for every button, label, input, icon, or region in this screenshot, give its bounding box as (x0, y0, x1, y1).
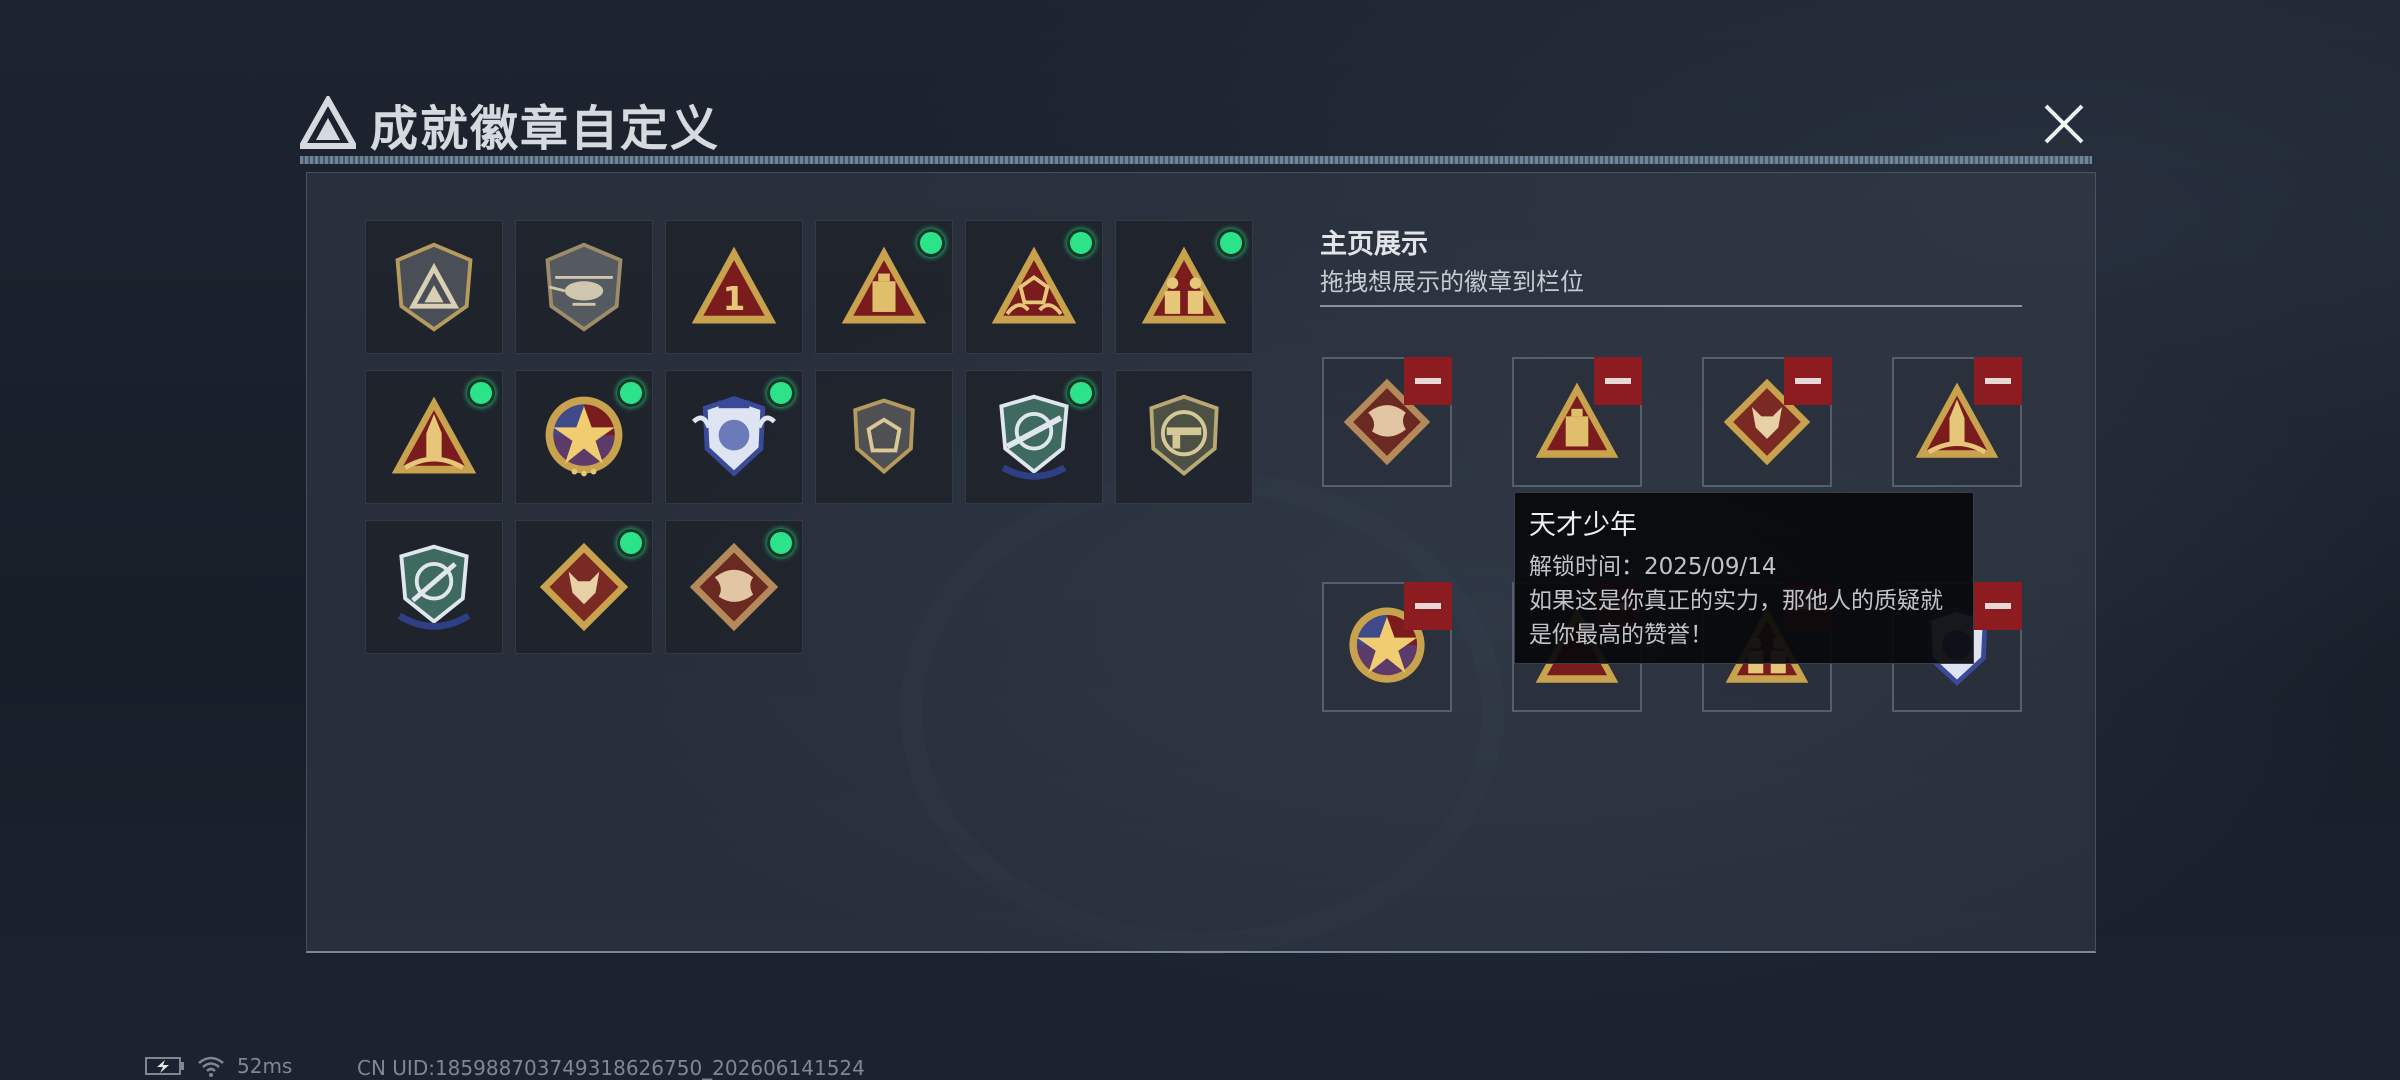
tooltip-description-line1: 如果这是你真正的实力，那他人的质疑就 (1529, 588, 1943, 614)
title-divider (300, 156, 2092, 164)
badge-tile[interactable] (365, 520, 503, 654)
remove-badge-button[interactable] (1784, 357, 1832, 405)
minus-icon (1605, 378, 1631, 384)
badge-tile[interactable] (1115, 370, 1253, 504)
minus-icon (1415, 378, 1441, 384)
new-indicator (1067, 229, 1095, 257)
new-indicator (767, 529, 795, 557)
showcase-subtitle: 拖拽想展示的徽章到栏位 (1320, 268, 1584, 296)
close-button[interactable] (2036, 96, 2092, 152)
showcase-slot[interactable] (1892, 357, 2022, 487)
remove-badge-button[interactable] (1974, 357, 2022, 405)
badge-tile[interactable] (515, 370, 653, 504)
knife-crosshair-shield-badge-icon (397, 544, 471, 630)
showcase-title: 主页展示 (1320, 229, 1428, 260)
new-indicator (917, 229, 945, 257)
dragon-diamond-badge-icon (689, 542, 779, 632)
wolf-diamond-badge-icon (539, 542, 629, 632)
badge-tile[interactable] (665, 520, 803, 654)
new-indicator (767, 379, 795, 407)
remove-badge-button[interactable] (1404, 357, 1452, 405)
showcase-divider (1320, 305, 2022, 307)
minus-icon (1415, 603, 1441, 609)
new-indicator (1067, 379, 1095, 407)
badge-tile[interactable] (515, 220, 653, 354)
badge-tile[interactable] (515, 520, 653, 654)
tooltip-unlock-time: 解锁时间：2025/09/14 (1529, 554, 1777, 580)
close-icon (2044, 104, 2084, 144)
tooltip-badge-name: 天才少年 (1529, 510, 1637, 541)
badge-tile[interactable]: 1 (665, 220, 803, 354)
remove-badge-button[interactable] (1594, 357, 1642, 405)
badge-tile[interactable] (965, 370, 1103, 504)
badge-tile[interactable] (815, 220, 953, 354)
badge-tile[interactable] (665, 370, 803, 504)
svg-text:1: 1 (723, 280, 746, 318)
new-indicator (617, 379, 645, 407)
new-indicator (467, 379, 495, 407)
title-bar: 成就徽章自定义 (300, 92, 721, 157)
new-indicator (1217, 229, 1245, 257)
new-indicator (617, 529, 645, 557)
showcase-slot[interactable] (1512, 357, 1642, 487)
badge-tile[interactable] (365, 370, 503, 504)
soldiers-triangle-badge-icon (1141, 246, 1227, 324)
remove-badge-button[interactable] (1974, 582, 2022, 630)
showcase-slot[interactable] (1322, 582, 1452, 712)
dice-hands-triangle-badge-icon (991, 246, 1077, 324)
tooltip-description-line2: 是你最高的赞誉！ (1529, 622, 1713, 648)
helicopter-shield-badge-icon (545, 242, 623, 332)
minus-icon (1795, 378, 1821, 384)
minus-icon (1985, 603, 2011, 609)
badge-tile[interactable] (365, 220, 503, 354)
badge-tile[interactable] (1115, 220, 1253, 354)
gun-round-shield-badge-icon (1149, 394, 1219, 476)
badge-tile[interactable] (965, 220, 1103, 354)
minus-icon (1985, 378, 2011, 384)
showcase-slot[interactable] (1322, 357, 1452, 487)
ping-value: 52ms (237, 1054, 293, 1078)
bottle-triangle-badge-icon (841, 246, 927, 324)
triangle-logo-shield-badge-icon (395, 242, 473, 332)
status-bar: 52ms (145, 1054, 292, 1078)
triangle-logo-icon (300, 96, 356, 149)
showcase-slot[interactable] (1702, 357, 1832, 487)
wifi-icon (198, 1056, 224, 1077)
wings-blue-shield-badge-icon (691, 396, 777, 477)
battery-charging-icon (145, 1057, 184, 1075)
rocket-triangle-badge-icon (391, 396, 477, 474)
rifle-crosshair-shield-badge-icon (999, 394, 1069, 480)
star-medal-badge-icon (545, 396, 623, 477)
badge-tile[interactable] (815, 370, 953, 504)
badge-tooltip: 天才少年 解锁时间：2025/09/14 如果这是你真正的实力，那他人的质疑就 … (1514, 492, 1974, 664)
number-one-triangle-badge-icon: 1 (691, 246, 777, 324)
page-title: 成就徽章自定义 (370, 101, 721, 157)
dice-shield-badge-icon (853, 398, 915, 475)
user-uid: CN UID:18598870374931862675​0_2026061415… (357, 1056, 865, 1080)
remove-badge-button[interactable] (1404, 582, 1452, 630)
